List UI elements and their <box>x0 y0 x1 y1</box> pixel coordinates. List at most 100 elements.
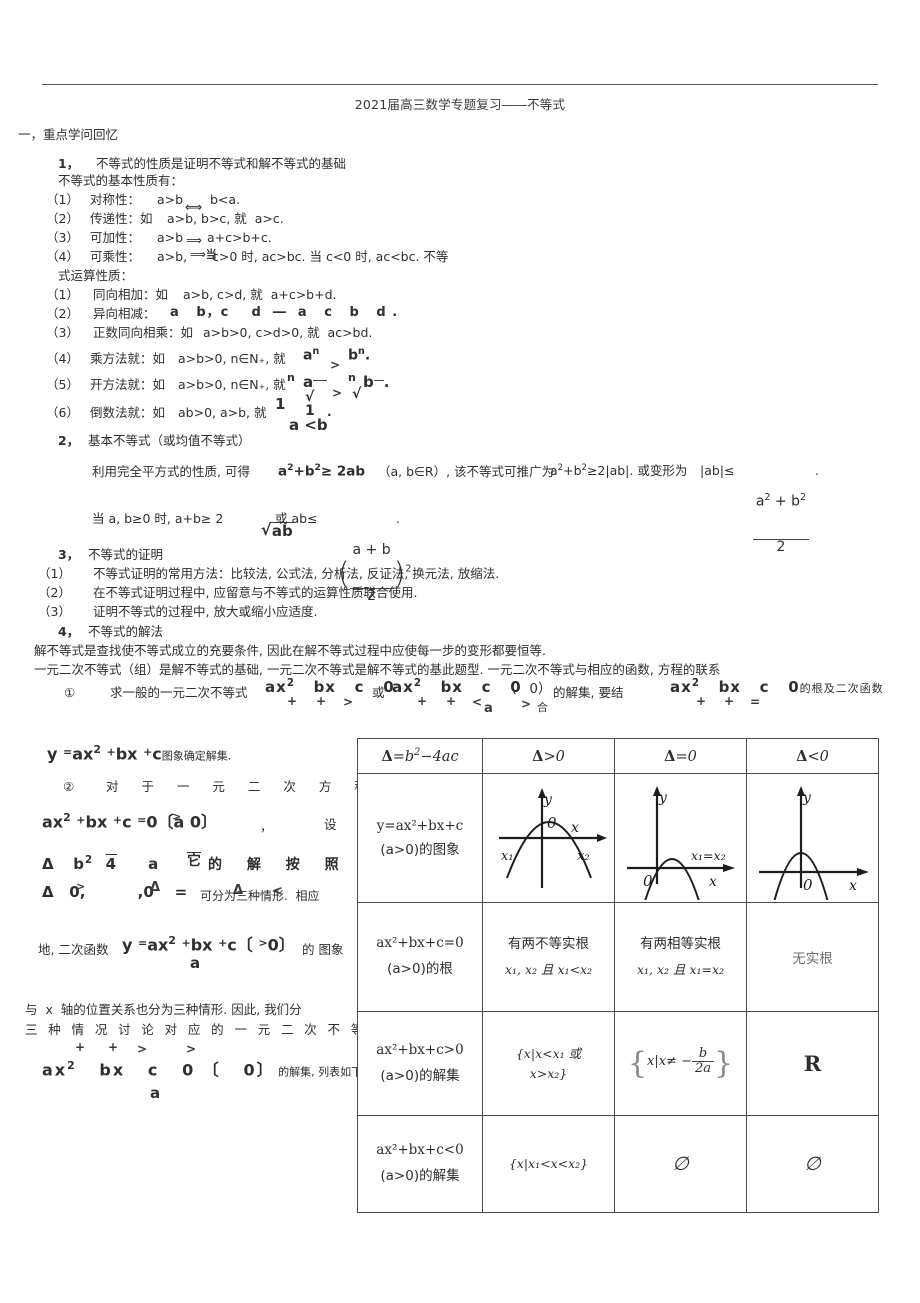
s4-item1-gt-2: > <box>521 697 532 711</box>
s1-item-2-no: （2） <box>46 211 79 226</box>
s4-paragraph-2: 一元二次不等式（组）是解不等式的基础, 一元二次不等式是解不等式的基此题型. 一… <box>34 662 721 677</box>
roots-cell2-line2: x₁, x₂ 且 x₁=x₂ <box>636 961 725 977</box>
s2-line2-end: . <box>396 511 400 526</box>
s4-item2-function-a: a <box>190 954 201 972</box>
roots-cell-delta-eq: 有两相等实根 x₁, x₂ 且 x₁=x₂ <box>614 902 747 1012</box>
s1-op-5-index-n2: n <box>348 371 356 384</box>
s1-op-1-label: 同向相加：如 <box>93 287 169 302</box>
table-row-label-roots: ax²+bx+c=0 (a>0)的根 <box>357 902 483 1012</box>
sol-gt-cell1-line2: x>x₂} <box>529 1065 568 1081</box>
s1-subheading: 不等式的基本性质有： <box>58 173 184 188</box>
s1-op-1-body: a>b, c>d, 就 a+c>b+d. <box>183 287 337 302</box>
s1-item-1-body: a>b <box>157 192 184 207</box>
table-row-label-sol-lt: ax²+bx+c<0 (a>0)的解集 <box>357 1115 483 1213</box>
roots-cell1-line1: 有两不等实根 <box>508 936 589 953</box>
s1-op-5-radicand-b: b. <box>363 373 390 391</box>
table-roots-row: ax²+bx+c=0 (a>0)的根 有两不等实根 x₁, x₂ 且 x₁<x₂… <box>357 902 879 1012</box>
s4-number: 4， <box>58 624 80 639</box>
s4-item1-plus-2: + <box>316 694 327 708</box>
s2-number: 2， <box>58 433 80 448</box>
table-header-row: Δ=b2−4ac Δ>0 Δ=0 Δ<0 <box>357 738 879 774</box>
s1-item-3-body: a>b <box>157 230 184 245</box>
s3-item-3-body: 证明不等式的过程中, 放大或缩小应适度. <box>93 604 318 619</box>
s4-item2-delta-line2: Δ 0, ,0 = <box>42 883 188 901</box>
s1-op-5-index-n1: n <box>287 371 295 384</box>
s1-item-1-tail: b<a. <box>210 192 241 207</box>
s1-op-6-one-left: 1 <box>275 395 286 413</box>
sol-gt-cell-delta-eq: {x|x≠ − b 2a} <box>614 1011 747 1116</box>
s4-item1-lead: 求一般的一元二次不等式 <box>110 685 248 700</box>
sol-gt-label-line1: ax²+bx+c>0 <box>376 1041 464 1058</box>
s1-op-6-no: （6） <box>46 405 79 420</box>
s3-item-3-no: （3） <box>38 604 71 619</box>
s1-op-2-no: （2） <box>46 306 79 321</box>
set-brace-open: { <box>627 1046 647 1081</box>
s2-line2-num: a + b <box>352 542 391 559</box>
sol-gt-cell-delta-lt: R <box>746 1011 879 1116</box>
s1-op-3-no: （3） <box>46 325 79 340</box>
table-solution-lt-row: ax²+bx+c<0 (a>0)的解集 {x|x₁<x<x₂} ∅ ∅ <box>357 1115 879 1213</box>
s1-op-2-label: 异向相减： <box>93 306 156 321</box>
s4-item1-plus-3: + <box>417 694 428 708</box>
sol-lt-cell-delta-lt: ∅ <box>746 1115 879 1213</box>
page-header-title: 2021届高三数学专题复习――不等式 <box>354 97 566 112</box>
graph2-origin-label: 0 <box>643 872 653 890</box>
s1-op-1-no: （1） <box>46 287 79 302</box>
s4-item1-mark: ① <box>64 685 76 700</box>
s1-op-5-no: （5） <box>46 377 79 392</box>
s4-item2-delta-glyph2: Δ <box>233 883 244 898</box>
table-solution-gt-row: ax²+bx+c>0 (a>0)的解集 {x|x<x₁ 或 x>x₂} {x|x… <box>357 1011 879 1116</box>
s1-item-1-no: （1） <box>46 192 79 207</box>
s1-op-6-body: ab>0, a>b, 就 <box>178 405 267 420</box>
sol-gt-cell1-line1: {x|x<x₁ 或 <box>515 1045 582 1061</box>
graph1-x1-label: x₁ <box>501 849 514 864</box>
s2-line1-pre: 利用完全平方式的性质, 可得 <box>92 464 250 479</box>
s4-item2-function: y =ax2 +bx +c〔 >0〕 <box>122 934 295 955</box>
s2-line2-mid: 或 ab≤ <box>275 511 318 526</box>
graph2-y-axis-label: y <box>658 790 668 806</box>
s4-item1-a: a <box>484 701 493 716</box>
s3-number: 3， <box>58 547 80 562</box>
sol-lt-cell3-value: ∅ <box>804 1153 821 1175</box>
graph-cell-double-root: 0 x y x₁=x₂ <box>614 773 747 903</box>
s1-item-3-tail: a+c>b+c. <box>207 230 272 245</box>
s2-line2-pre: 当 a, b≥0 时, a+b≥ 2 <box>92 511 224 526</box>
s1-op-6-label: 倒数法就：如 <box>90 405 166 420</box>
s1-op-4-extra: an <box>303 346 320 364</box>
s4-item2-gt-2: > <box>186 1042 197 1056</box>
s4-item2-formula4: ax2 bx c 0 〔 0〕 的解集, 列表如下： <box>42 1059 374 1080</box>
s1-item-3-no: （3） <box>46 230 79 245</box>
s2-fraction-denominator: 2 <box>752 539 810 555</box>
s4-item2-delta-glyph: Δ <box>150 880 161 895</box>
s1-heading: 不等式的性质是证明不等式和解不等式的基础 <box>96 156 347 171</box>
header-rule <box>42 84 878 85</box>
s4-item2-gt-icon: > <box>172 810 182 823</box>
s4-item2-she: 设 <box>324 817 337 832</box>
s4-item2-comma: ， <box>260 819 273 834</box>
sol-lt-cell1-value: {x|x₁<x<x₂} <box>508 1156 589 1171</box>
parabola-double-root-graph: 0 x y x₁=x₂ <box>626 786 735 900</box>
s4-item2-de: 的 解 按 照 <box>208 857 349 873</box>
s1-op-4-gt-icon: > <box>330 358 341 372</box>
graph1-origin-label: 0 <box>547 814 557 832</box>
s4-line-y: y =ax2 +bx +c图象确定解集. <box>47 743 232 764</box>
s1-item-2-label: 传递性：如 <box>90 211 153 226</box>
s4-paragraph-1: 解不等式是查找使不等式成立的充要条件, 因此在解不等式过程中应使每一步的变形都要… <box>34 643 546 658</box>
sol-gt-cell2-expr: x|x≠ − <box>646 1054 692 1069</box>
s4-item1-plus-6: + <box>724 694 735 708</box>
graph-cell-no-root: 0 x y <box>746 773 879 903</box>
s1-op-2-body: a b，c d ― a c b d . <box>170 305 399 320</box>
section-title: 一，重点学问回忆 <box>18 127 119 142</box>
s1-item-3-label: 可加性： <box>90 230 141 245</box>
sol-lt-cell2-value: ∅ <box>672 1153 689 1175</box>
graph2-x-axis-label: x <box>709 874 717 890</box>
graph3-y-axis-label: y <box>802 790 812 806</box>
s4-item2-plus-2: + <box>108 1040 119 1054</box>
graph-cell-two-roots: 0 x y x₁ x₂ <box>482 773 615 903</box>
s1-op-4-no: （4） <box>46 351 79 366</box>
s4-item2-ta: 它 <box>187 853 201 869</box>
graph-label-line1: y=ax²+bx+c <box>376 817 464 834</box>
s2-line1-formula3-prefix: |ab|≤ <box>700 463 735 478</box>
s4-item1-plus-5: + <box>696 694 707 708</box>
s2-line1-fraction: a2 + b2 2 <box>735 448 810 600</box>
